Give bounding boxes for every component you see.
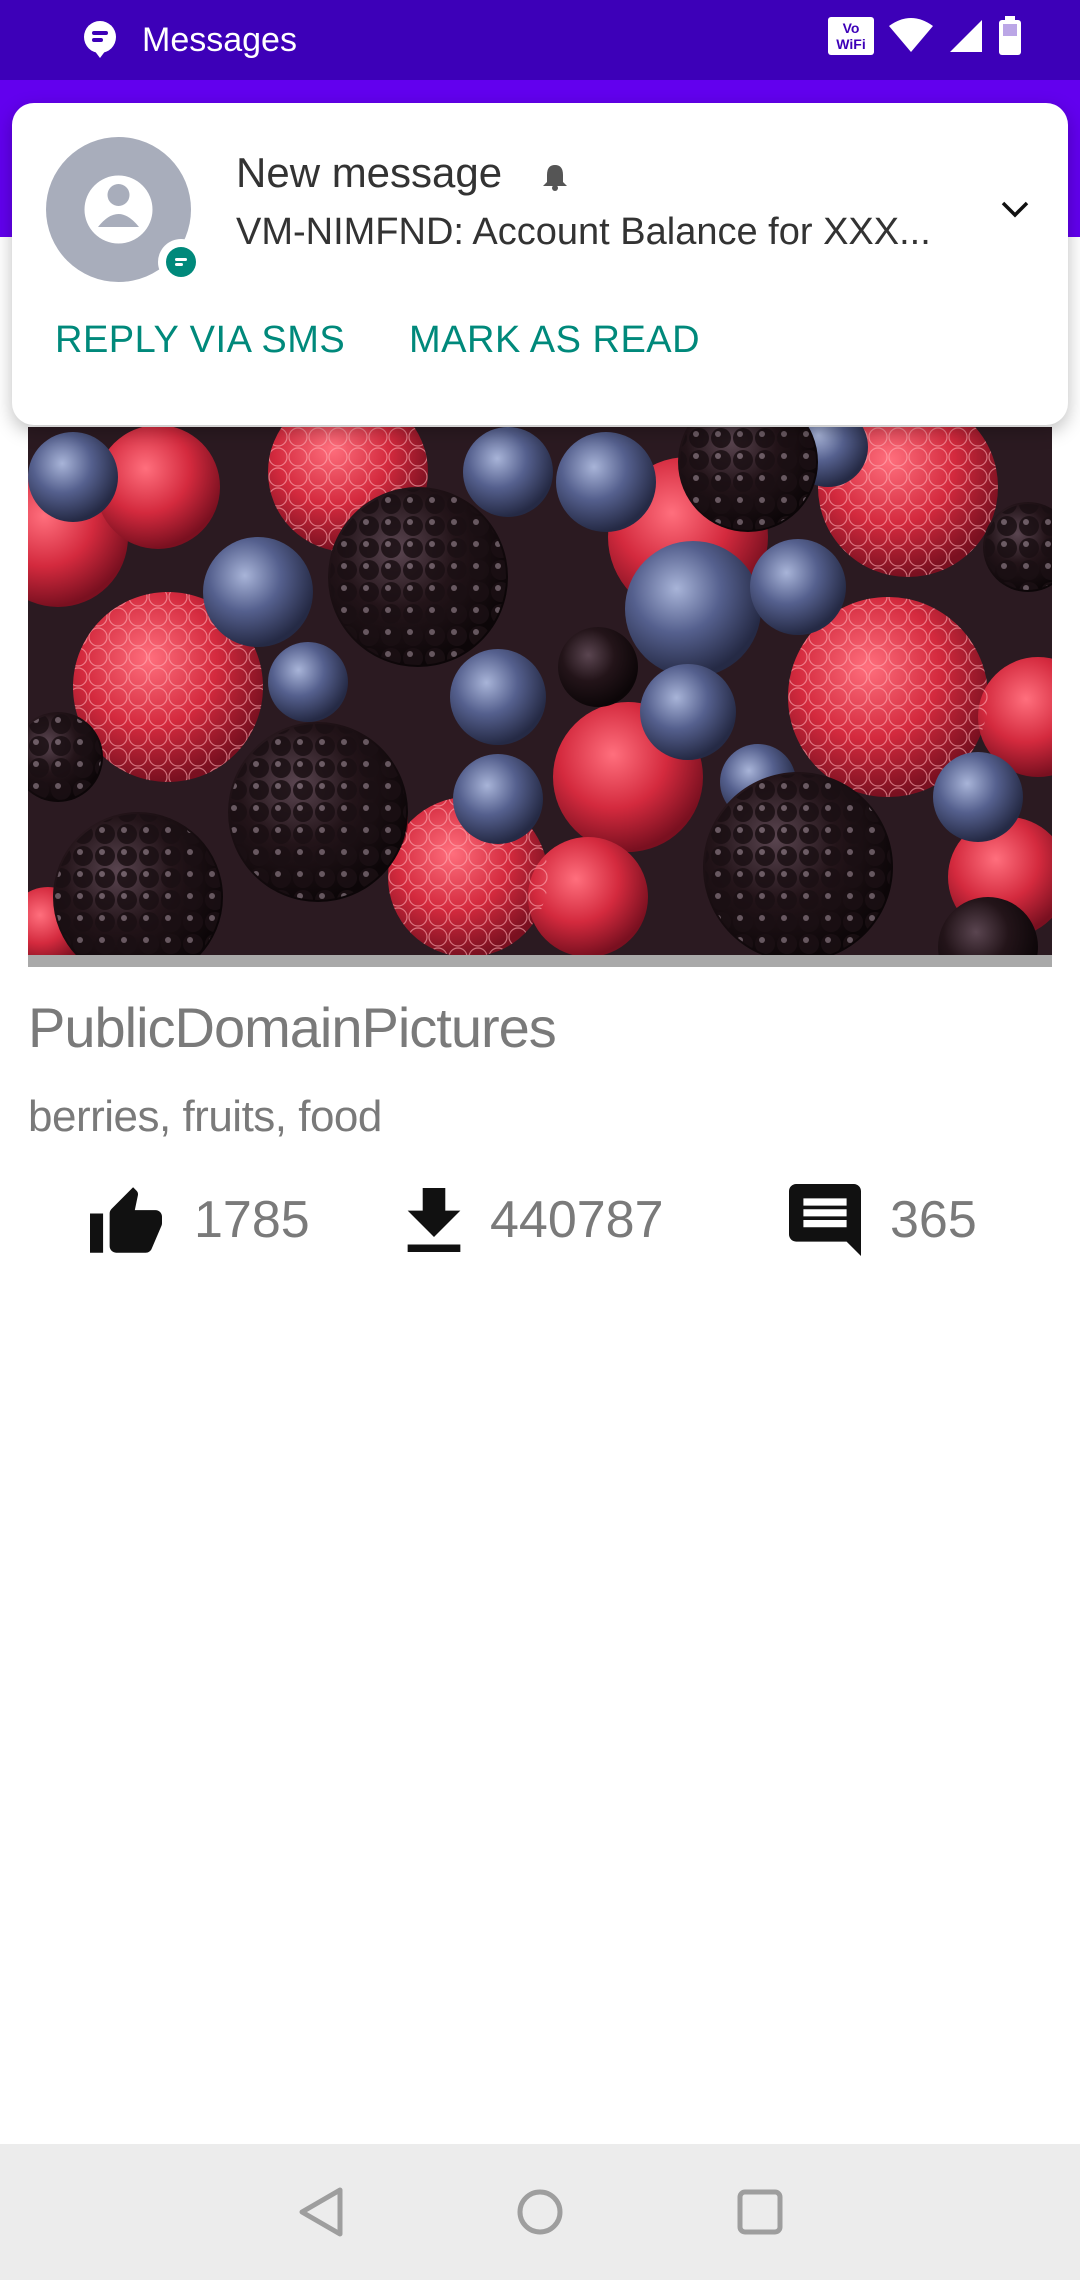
notification-title: New message <box>236 149 503 196</box>
berries-image <box>28 427 1052 955</box>
reply-via-sms-button[interactable]: REPLY VIA SMS <box>55 319 345 362</box>
mark-as-read-button[interactable]: MARK AS READ <box>409 319 700 362</box>
notification-body: VM-NIMFND: Account Balance for XXX... <box>236 211 931 253</box>
message-notification[interactable]: New message VM-NIMFND: Account Balance f… <box>12 103 1068 425</box>
vowifi-top: Vo <box>842 20 860 36</box>
recents-icon[interactable] <box>734 2184 786 2240</box>
photo-tags: berries, fruits, food <box>28 1092 382 1141</box>
system-icons: Vo WiFi <box>828 16 1022 56</box>
photo-bottom-bar <box>28 955 1052 967</box>
status-app: Messages <box>82 19 297 61</box>
berries-photo[interactable] <box>28 427 1052 955</box>
status-bar: Messages Vo WiFi <box>0 0 1080 80</box>
comment-icon <box>789 1184 861 1256</box>
messages-badge <box>158 239 204 285</box>
thumb-up-icon <box>90 1187 162 1253</box>
likes-stat[interactable]: 1785 <box>86 1180 310 1260</box>
message-icon <box>84 21 116 58</box>
message-badge-icon <box>175 258 187 266</box>
signal-icon <box>950 20 982 52</box>
navigation-bar <box>0 2144 1080 2280</box>
downloads-stat[interactable]: 440787 <box>406 1180 664 1260</box>
likes-count: 1785 <box>194 1191 310 1249</box>
vowifi-bottom: WiFi <box>836 36 866 52</box>
download-icon <box>407 1188 461 1252</box>
back-icon[interactable] <box>296 2184 346 2240</box>
photo-user-name: PublicDomainPictures <box>28 996 557 1059</box>
bell-icon <box>543 165 567 191</box>
comments-count: 365 <box>890 1191 977 1249</box>
downloads-count: 440787 <box>490 1191 664 1249</box>
wifi-icon <box>889 18 933 52</box>
status-app-label: Messages <box>142 20 297 59</box>
home-icon[interactable] <box>514 2184 566 2240</box>
comments-stat[interactable]: 365 <box>788 1180 977 1260</box>
vowifi-icon: Vo WiFi <box>828 17 874 55</box>
battery-icon <box>999 16 1021 55</box>
chevron-down-icon[interactable] <box>1000 199 1030 219</box>
